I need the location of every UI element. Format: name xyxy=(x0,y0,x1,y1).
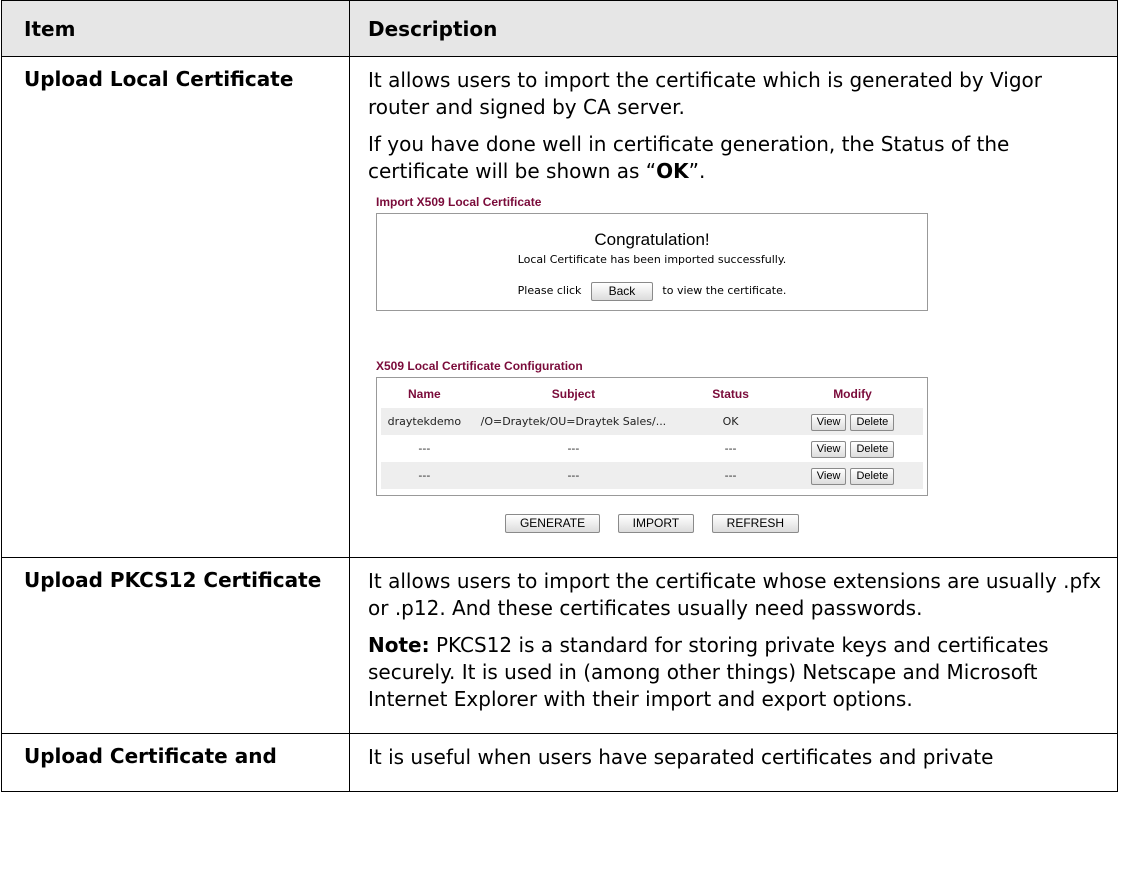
generate-button[interactable]: GENERATE xyxy=(504,514,601,534)
certificate-configuration-title: X509 Local Certificate Configuration xyxy=(376,359,583,373)
certificate-name: --- xyxy=(381,462,468,489)
item-upload-certificate-and-key: Upload Certificate and xyxy=(1,733,350,792)
certificate-status: OK xyxy=(679,408,783,435)
description-cell: It allows users to import the certificat… xyxy=(349,56,1118,558)
description-cell: It is useful when users have separated c… xyxy=(349,733,1118,792)
item-header: Item xyxy=(1,0,350,57)
description-text: It allows users to import the certificat… xyxy=(368,68,1042,119)
view-button[interactable]: View xyxy=(810,467,847,485)
certificate-configuration-panel: Name Subject Status Modify draytekdemo /… xyxy=(376,377,928,496)
import-success-message: Local Certificate has been imported succ… xyxy=(517,253,787,266)
import-success-panel: Congratulation! Local Certificate has be… xyxy=(376,213,928,311)
view-button[interactable]: View xyxy=(810,413,847,431)
router-screenshot: Import X509 Local Certificate Congratula… xyxy=(376,195,928,537)
certificate-status: --- xyxy=(679,462,783,489)
certificate-status: --- xyxy=(724,442,737,455)
refresh-button[interactable]: REFRESH xyxy=(711,514,800,534)
certificate-table: Name Subject Status Modify draytekdemo /… xyxy=(381,381,923,489)
subject-column-header: Subject xyxy=(551,387,596,401)
certificate-subject: --- xyxy=(467,462,680,489)
description-header: Description xyxy=(349,0,1118,57)
back-button[interactable]: Back xyxy=(590,281,653,301)
view-certificate-instruction: Please click Back to view the certificat… xyxy=(377,277,927,304)
import-button[interactable]: IMPORT xyxy=(617,514,695,534)
certificate-row: --- --- --- View Delete xyxy=(381,435,923,462)
table-row: Upload Certificate and It is useful when… xyxy=(1,733,1118,792)
description-text-status: If you have done well in certificate gen… xyxy=(368,132,1010,183)
item-upload-local-certificate: Upload Local Certificate xyxy=(1,56,350,558)
certificate-row: draytekdemo /O=Draytek/OU=Draytek Sales/… xyxy=(381,408,923,435)
name-column-header: Name xyxy=(408,387,441,401)
note-label: Note: xyxy=(368,633,430,657)
certificate-name: --- xyxy=(418,442,431,455)
certificate-name: draytekdemo xyxy=(381,408,468,435)
description-cell: It allows users to import the certificat… xyxy=(349,557,1118,734)
table-row: Upload Local Certificate It allows users… xyxy=(1,56,1118,558)
certificate-action-bar: GENERATE IMPORT REFRESH xyxy=(376,510,928,537)
status-column-header: Status xyxy=(712,387,749,401)
modify-cell: View Delete xyxy=(782,462,923,489)
modify-cell: View Delete xyxy=(782,435,923,462)
table-row: Upload PKCS12 Certificate It allows user… xyxy=(1,557,1118,734)
description-text: It is useful when users have separated c… xyxy=(368,745,994,769)
description-table: Item Description Upload Local Certificat… xyxy=(1,0,1118,792)
ok-status-text: OK xyxy=(656,159,689,183)
certificate-table-header: Name Subject Status Modify xyxy=(381,381,923,408)
description-text: It allows users to import the certificat… xyxy=(368,569,1102,620)
certificate-subject: --- xyxy=(567,442,580,455)
delete-button[interactable]: Delete xyxy=(850,467,895,485)
modify-column-header: Modify xyxy=(833,387,872,401)
item-upload-pkcs12-certificate: Upload PKCS12 Certificate xyxy=(1,557,350,734)
modify-cell: View Delete xyxy=(782,408,923,435)
congratulation-heading: Congratulation! xyxy=(594,230,710,249)
delete-button[interactable]: Delete xyxy=(850,440,895,458)
certificate-subject: /O=Draytek/OU=Draytek Sales/... xyxy=(467,408,680,435)
view-button[interactable]: View xyxy=(810,440,847,458)
import-certificate-title: Import X509 Local Certificate xyxy=(376,195,542,209)
delete-button[interactable]: Delete xyxy=(850,413,895,431)
table-header-row: Item Description xyxy=(1,0,1118,57)
note-text: Note: PKCS12 is a standard for storing p… xyxy=(368,633,1049,711)
certificate-row: --- --- --- View Delete xyxy=(381,462,923,489)
